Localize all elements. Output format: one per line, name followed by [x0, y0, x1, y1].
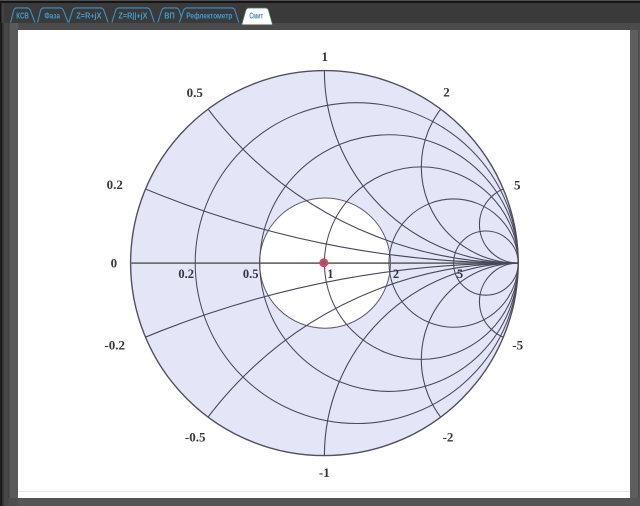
svg-text:0.5: 0.5: [243, 267, 259, 281]
svg-text:0: 0: [111, 256, 118, 271]
svg-text:-0.5: -0.5: [185, 430, 206, 445]
svg-text:-0.2: -0.2: [104, 338, 125, 353]
svg-text:Z=R+jX: Z=R+jX: [76, 12, 102, 21]
svg-text:-1: -1: [319, 465, 330, 480]
svg-text:Рефлектометр: Рефлектометр: [186, 12, 232, 21]
svg-text:0.5: 0.5: [187, 85, 204, 100]
svg-text:1: 1: [322, 49, 329, 64]
svg-text:Z=R||+jX: Z=R||+jX: [118, 12, 148, 21]
svg-text:5: 5: [457, 267, 463, 281]
svg-text:1: 1: [327, 267, 333, 281]
svg-text:Фаза: Фаза: [44, 12, 60, 21]
svg-text:Смит: Смит: [249, 12, 263, 21]
svg-text:5: 5: [514, 178, 521, 193]
svg-text:-2: -2: [443, 430, 454, 445]
svg-text:ВП: ВП: [164, 12, 175, 21]
svg-text:2: 2: [393, 267, 399, 281]
svg-text:0.2: 0.2: [107, 177, 123, 192]
svg-text:0.2: 0.2: [178, 267, 194, 281]
svg-text:КСВ: КСВ: [16, 12, 29, 21]
svg-text:-5: -5: [512, 337, 523, 352]
svg-text:2: 2: [443, 85, 450, 100]
